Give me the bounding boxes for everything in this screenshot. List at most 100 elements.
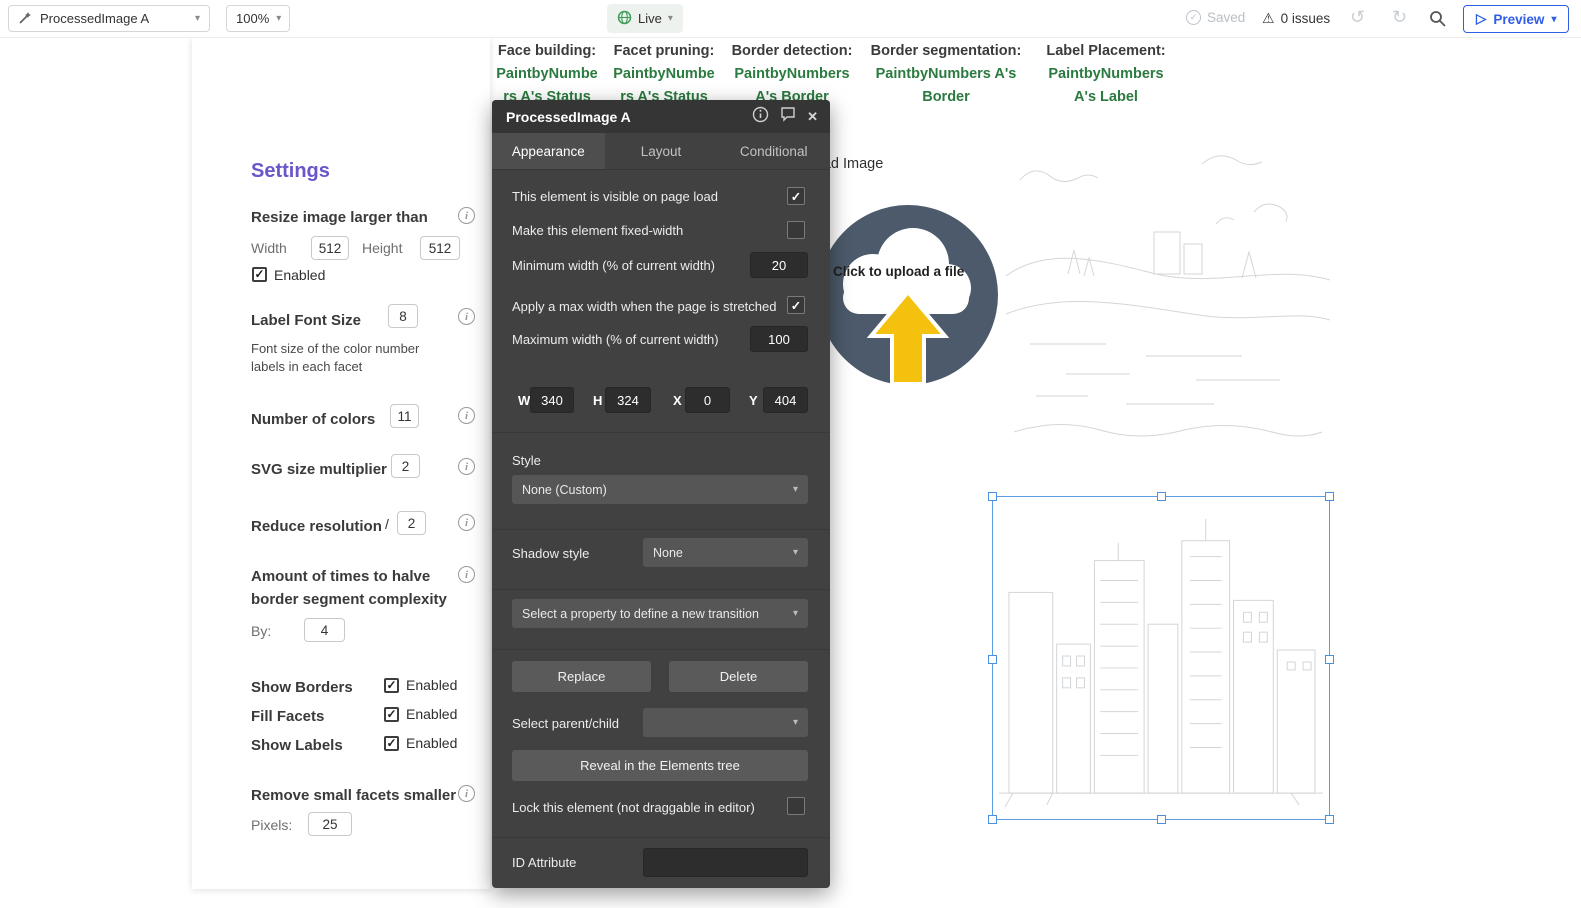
max-width-input[interactable] (750, 326, 808, 352)
status-title: Border detection: (731, 43, 853, 59)
resize-enabled-checkbox[interactable] (252, 267, 267, 282)
resize-width-input[interactable] (311, 236, 349, 260)
show-borders-checkbox[interactable] (384, 678, 399, 693)
upload-cta-text[interactable]: Click to upload a file (833, 264, 964, 279)
status-title: Label Placement: (1046, 43, 1166, 59)
style-dropdown[interactable]: None (Custom) ▾ (512, 475, 808, 504)
issues-button[interactable]: ⚠ 0 issues (1262, 10, 1330, 27)
info-icon[interactable]: i (458, 207, 475, 224)
delete-button[interactable]: Delete (669, 661, 808, 692)
show-borders-label: Show Borders (251, 679, 353, 696)
lock-element-checkbox[interactable] (787, 797, 805, 815)
y-input[interactable] (763, 387, 808, 413)
reduce-resolution-input[interactable] (397, 511, 426, 535)
visible-on-load-checkbox[interactable] (787, 187, 805, 205)
selection-handle-bottom-left[interactable] (988, 815, 997, 824)
number-of-colors-input[interactable] (390, 404, 419, 428)
style-section-label: Style (512, 453, 541, 468)
max-width-label: Maximum width (% of current width) (512, 332, 719, 347)
chevron-down-icon: ▾ (792, 547, 798, 558)
info-icon[interactable]: i (458, 566, 475, 583)
chevron-down-icon: ▾ (276, 13, 282, 24)
info-icon[interactable]: i (458, 785, 475, 802)
info-icon[interactable] (752, 106, 769, 128)
version-dropdown[interactable]: Live ▾ (607, 4, 683, 33)
replace-button[interactable]: Replace (512, 661, 651, 692)
svg-multiplier-label: SVG size multiplier (251, 461, 387, 478)
svg-multiplier-input[interactable] (391, 454, 420, 478)
selection-handle-bottom-right[interactable] (1325, 815, 1334, 824)
shadow-style-label: Shadow style (512, 546, 590, 561)
height-input[interactable] (605, 387, 651, 413)
tab-layout[interactable]: Layout (605, 133, 718, 169)
divider (492, 649, 830, 650)
x-label: X (673, 393, 682, 408)
width-label: Width (251, 240, 287, 256)
info-icon[interactable]: i (458, 407, 475, 424)
processed-image-selected[interactable] (988, 492, 1334, 824)
upload-widget[interactable] (815, 200, 1001, 392)
fill-facets-checkbox[interactable] (384, 707, 399, 722)
x-input[interactable] (685, 387, 730, 413)
preview-label: Preview (1493, 11, 1545, 27)
info-icon[interactable]: i (458, 514, 475, 531)
status-value: PaintbyNumbers A's Label (1048, 66, 1164, 105)
status-column-border-segmentation[interactable]: Border segmentation: PaintbyNumbers A's … (867, 40, 1025, 109)
selection-handle-top-left[interactable] (988, 492, 997, 501)
redo-icon[interactable]: ↻ (1392, 7, 1407, 28)
info-icon[interactable]: i (458, 308, 475, 325)
parent-child-dropdown[interactable]: ▾ (643, 708, 808, 737)
transition-dropdown-value: Select a property to define a new transi… (522, 606, 759, 621)
element-selector-dropdown[interactable]: ProcessedImage A ▾ (8, 5, 210, 32)
lock-element-label: Lock this element (not draggable in edit… (512, 800, 755, 815)
remove-small-facets-label: Remove small facets smaller (251, 787, 457, 804)
chevron-down-icon: ▾ (1551, 13, 1557, 25)
processed-image-city-sketch (999, 518, 1323, 808)
max-stretch-label: Apply a max width when the page is stret… (512, 299, 777, 314)
fill-facets-label: Fill Facets (251, 708, 325, 725)
warning-icon: ⚠ (1262, 10, 1275, 26)
y-label: Y (749, 393, 758, 408)
info-icon[interactable]: i (458, 458, 475, 475)
min-width-input[interactable] (750, 252, 808, 278)
width-input[interactable] (530, 387, 574, 413)
transition-dropdown[interactable]: Select a property to define a new transi… (512, 599, 808, 628)
reduce-resolution-label: Reduce resolution (251, 518, 382, 535)
close-icon[interactable]: ✕ (807, 109, 818, 125)
saved-label: Saved (1207, 10, 1246, 25)
selection-handle-bottom-center[interactable] (1157, 815, 1166, 824)
undo-icon[interactable]: ↺ (1350, 7, 1365, 28)
property-editor-titlebar[interactable]: ProcessedImage A ✕ (492, 100, 830, 133)
status-column-face-building[interactable]: Face building: PaintbyNumbers A's Status (496, 40, 598, 109)
version-label: Live (638, 11, 662, 26)
resize-height-input[interactable] (420, 236, 460, 260)
zoom-dropdown[interactable]: 100% ▾ (226, 5, 290, 32)
status-column-label-placement[interactable]: Label Placement: PaintbyNumbers A's Labe… (1044, 40, 1168, 109)
status-column-facet-pruning[interactable]: Facet pruning: PaintbyNumbers A's Status (613, 40, 715, 109)
fixed-width-checkbox[interactable] (787, 221, 805, 239)
tab-conditional[interactable]: Conditional (717, 133, 830, 169)
reveal-in-tree-button[interactable]: Reveal in the Elements tree (512, 750, 808, 781)
shadow-style-dropdown[interactable]: None ▾ (643, 538, 808, 567)
show-labels-checkbox[interactable] (384, 736, 399, 751)
remove-small-facets-input[interactable] (308, 812, 352, 836)
label-font-size-description: Font size of the color number labels in … (251, 341, 420, 374)
halve-complexity-input[interactable] (304, 618, 345, 642)
settings-group: Settings Resize image larger than i Widt… (192, 38, 490, 889)
tab-appearance[interactable]: Appearance (492, 133, 605, 169)
max-stretch-checkbox[interactable] (787, 296, 805, 314)
status-column-border-detection[interactable]: Border detection: PaintbyNumbers A's Bor… (728, 40, 856, 109)
selection-handle-top-right[interactable] (1325, 492, 1334, 501)
shadow-style-value: None (653, 545, 683, 560)
enabled-label: Enabled (406, 706, 458, 722)
selection-handle-middle-right[interactable] (1325, 655, 1334, 664)
label-font-size-input[interactable] (388, 304, 418, 328)
search-icon[interactable] (1429, 10, 1446, 32)
enabled-label: Enabled (274, 267, 326, 283)
comment-icon[interactable] (780, 106, 796, 127)
selection-handle-top-center[interactable] (1157, 492, 1166, 501)
processed-image-preview-top[interactable] (1006, 128, 1330, 456)
id-attribute-input[interactable] (643, 848, 808, 877)
selection-handle-middle-left[interactable] (988, 655, 997, 664)
preview-button[interactable]: ▷ Preview ▾ (1463, 5, 1570, 33)
